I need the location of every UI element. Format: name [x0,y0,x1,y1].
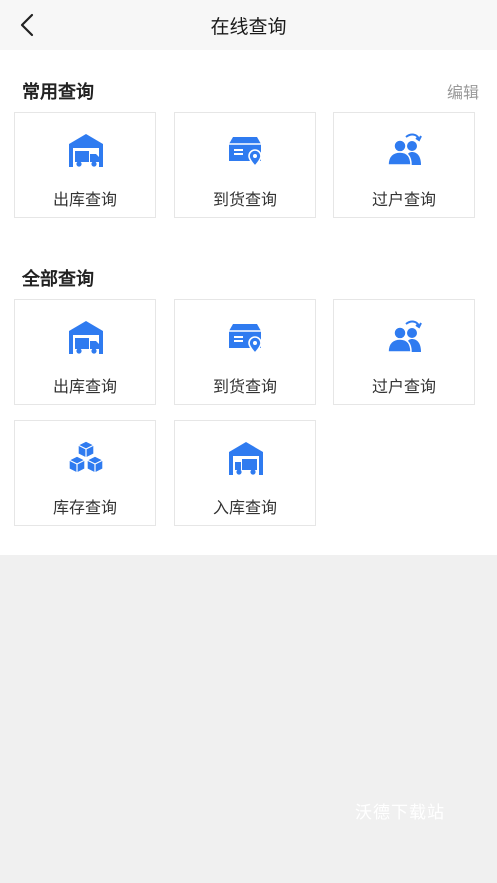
all-section-title: 全部查询 [22,269,94,290]
item-label: 过户查询 [371,190,436,209]
watermark-text: 沃德下载站 [355,803,445,823]
package-location-icon [229,324,262,355]
all-item-outbound[interactable]: 出库查询 [14,299,156,405]
user-transfer-icon [387,133,422,166]
nav-bar: 在线查询 [0,0,497,50]
all-item-inventory[interactable]: 库存查询 [14,420,156,526]
common-section-title: 常用查询 [22,82,94,103]
warehouse-inbound-icon [229,442,263,475]
edit-button[interactable]: 编辑 [447,79,479,103]
page-title: 在线查询 [210,16,287,38]
warehouse-truck-icon [69,321,103,354]
item-label: 入库查询 [212,498,277,517]
common-item-outbound[interactable]: 出库查询 [14,112,156,218]
all-item-transfer[interactable]: 过户查询 [333,299,475,405]
item-label: 库存查询 [52,498,117,517]
all-item-inbound[interactable]: 入库查询 [174,420,316,526]
warehouse-truck-icon [69,134,103,167]
common-item-transfer[interactable]: 过户查询 [333,112,475,218]
item-label: 过户查询 [371,377,436,396]
common-item-arrival[interactable]: 到货查询 [174,112,316,218]
item-label: 到货查询 [212,377,277,396]
item-label: 到货查询 [212,190,277,209]
user-transfer-icon [387,320,422,353]
package-location-icon [229,137,262,168]
item-label: 出库查询 [52,190,117,209]
all-item-arrival[interactable]: 到货查询 [174,299,316,405]
boxes-stack-icon [68,440,104,474]
item-label: 出库查询 [52,377,117,396]
content-panel: 常用查询 编辑 出库查询 到货查询 过户查询 全部查询 出库查询 到货查询 过户… [0,50,497,555]
